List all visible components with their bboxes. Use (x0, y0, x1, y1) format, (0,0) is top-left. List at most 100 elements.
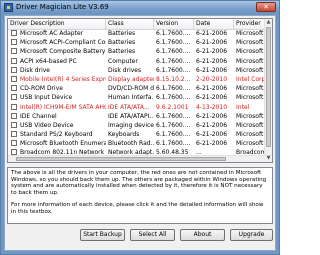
cell-date: 4-13-2010 (196, 103, 228, 111)
table-row[interactable]: Microsoft ACPI-Compliant Contr...Batteri… (8, 38, 266, 47)
table-row[interactable]: IDE Channel IDE ATA/ATAPI... 6.1.7600.... 6… (8, 112, 266, 121)
cell-description: Microsoft ACPI-Compliant Contr... (20, 39, 106, 47)
table-row[interactable]: USB Video Device Imaging devices 6.1.7600.… (8, 121, 266, 130)
table-row[interactable]: USB Input Device Human Interfa... 6.1.7600… (8, 93, 266, 102)
close-button[interactable]: ✕ (256, 2, 276, 12)
cell-class: Batteries (108, 48, 136, 56)
table-row[interactable]: ACPI x64-based PC Computer 6.1.7600.... 6-2… (8, 57, 266, 66)
scroll-up-icon[interactable]: ▲ (265, 19, 272, 26)
info-textbox[interactable]: The above is all the drivers in your com… (7, 167, 273, 224)
cell-description: Microsoft Bluetooth Enumerator (20, 140, 106, 148)
cell-description: USB Video Device (20, 121, 74, 129)
cell-class: DVD/CD-ROM dri... (108, 85, 154, 93)
cell-class: Computer (108, 57, 138, 65)
cell-description: Microsoft Composite Battery (20, 48, 106, 56)
cell-provider: Microsoft (236, 48, 264, 56)
row-checkbox[interactable] (11, 140, 17, 147)
cell-version: 6.1.7600.... (156, 57, 191, 65)
column-header-date[interactable]: Date (194, 19, 234, 29)
cell-class: Disk drives (108, 66, 142, 74)
cell-version: 6.1.7600.... (156, 112, 191, 120)
table-row[interactable]: Intel(R) ICH9M-E/M SATA AHC... IDE ATA/AT… (8, 103, 266, 112)
cell-class: IDE ATA/ATA... (108, 103, 150, 111)
upgrade-button[interactable]: Upgrade (230, 229, 273, 241)
window-title: Driver Magician Lite V3.69 (16, 3, 109, 11)
cell-date: 6-21-2006 (196, 30, 228, 37)
scrollbar-thumb[interactable] (266, 27, 271, 147)
cell-class: Human Interfa... (108, 94, 154, 102)
table-row[interactable]: Microsoft Bluetooth EnumeratorBluetooth … (8, 139, 266, 148)
cell-description: ACPI x64-based PC (20, 57, 77, 65)
table-row[interactable]: Mobile Intel(R) 4 Series Express...Displ… (8, 75, 266, 84)
row-checkbox[interactable] (11, 39, 17, 46)
cell-provider: Microsoft (236, 57, 264, 65)
cell-version: 8.15.10.2... (156, 75, 191, 83)
cell-class: Imaging devices (108, 121, 154, 129)
cell-description: CD-ROM Drive (20, 85, 63, 93)
cell-version: 6.1.7600.... (156, 48, 191, 56)
row-checkbox[interactable] (11, 48, 17, 55)
app-window: Driver Magician Lite V3.69 ✕ Driver Desc… (0, 0, 280, 255)
list-rows: Microsoft AC Adapter Batteries 6.1.7600...… (8, 29, 266, 158)
cell-class: Batteries (108, 39, 136, 47)
close-icon: ✕ (263, 3, 269, 11)
cell-date: 6-21-2006 (196, 48, 228, 56)
cell-description: IDE Channel (20, 112, 57, 120)
cell-date: 6-21-2006 (196, 140, 228, 148)
row-checkbox[interactable] (11, 131, 17, 138)
cell-date: 6-21-2006 (196, 57, 228, 65)
cell-date: 6-21-2006 (196, 112, 228, 120)
row-checkbox[interactable] (11, 30, 17, 36)
app-icon (4, 3, 13, 12)
column-header-version[interactable]: Version (154, 19, 194, 29)
cell-provider: Microsoft (236, 131, 264, 139)
cell-date: 6-21-2006 (196, 94, 228, 102)
row-checkbox[interactable] (11, 66, 17, 73)
about-button[interactable]: About (180, 229, 225, 241)
client-area: Driver Description Class Version Date Pr… (4, 15, 276, 251)
row-checkbox[interactable] (11, 121, 17, 128)
cell-date: 6-21-2006 (196, 39, 228, 47)
vertical-scrollbar[interactable]: ▲ ▼ (264, 19, 272, 162)
row-checkbox[interactable] (11, 103, 17, 110)
row-checkbox[interactable] (11, 57, 17, 64)
table-row[interactable]: Disk drive Disk drives 6.1.7600.... 6-21-20… (8, 66, 266, 75)
cell-version: 6.1.7600.... (156, 30, 191, 37)
horizontal-scrollbar-thumb[interactable] (16, 157, 226, 161)
cell-class: Keyboards (108, 131, 140, 139)
table-row[interactable]: CD-ROM Drive DVD/CD-ROM dri...6.1.7600...… (8, 84, 266, 93)
cell-description: USB Input Device (20, 94, 73, 102)
title-bar[interactable]: Driver Magician Lite V3.69 ✕ (1, 1, 279, 14)
cell-description: Mobile Intel(R) 4 Series Express... (20, 75, 106, 83)
column-header-description[interactable]: Driver Description (8, 19, 106, 29)
start-backup-button[interactable]: Start Backup (80, 229, 125, 241)
row-checkbox[interactable] (11, 94, 17, 101)
column-header-provider[interactable]: Provider (234, 19, 268, 29)
cell-provider: Microsoft (236, 85, 264, 93)
cell-class: Batteries (108, 30, 136, 37)
cell-date: 6-21-2006 (196, 85, 228, 93)
row-checkbox[interactable] (11, 75, 17, 82)
cell-version: 9.6.2.1001 (156, 103, 189, 111)
cell-class: Bluetooth Rad... (108, 140, 154, 148)
table-row[interactable]: Microsoft Composite Battery Batteries 6.1.… (8, 47, 266, 56)
cell-provider: Microsoft (236, 94, 264, 102)
cell-version: 6.1.7600.... (156, 131, 191, 139)
row-checkbox[interactable] (11, 85, 17, 92)
column-header-class[interactable]: Class (106, 19, 154, 29)
cell-provider: Intel (236, 103, 250, 111)
table-row[interactable]: Standard PS/2 Keyboard Keyboards 6.1.7600.… (8, 130, 266, 139)
info-paragraph-1: The above is all the drivers in your com… (11, 170, 267, 196)
cell-description: Standard PS/2 Keyboard (20, 131, 93, 139)
cell-date: 2-20-2010 (196, 75, 228, 83)
driver-list[interactable]: Driver Description Class Version Date Pr… (7, 18, 273, 163)
select-all-button[interactable]: Select All (130, 229, 175, 241)
info-paragraph-2: For more information of each device, ple… (11, 202, 264, 215)
scroll-down-icon[interactable]: ▼ (265, 155, 272, 162)
cell-provider: Microsoft (236, 39, 264, 47)
cell-provider: Microsoft (236, 140, 264, 148)
horizontal-scrollbar[interactable] (8, 155, 266, 162)
row-checkbox[interactable] (11, 112, 17, 119)
cell-version: 6.1.7600.... (156, 121, 191, 129)
table-row[interactable]: Microsoft AC Adapter Batteries 6.1.7600...… (8, 29, 266, 38)
